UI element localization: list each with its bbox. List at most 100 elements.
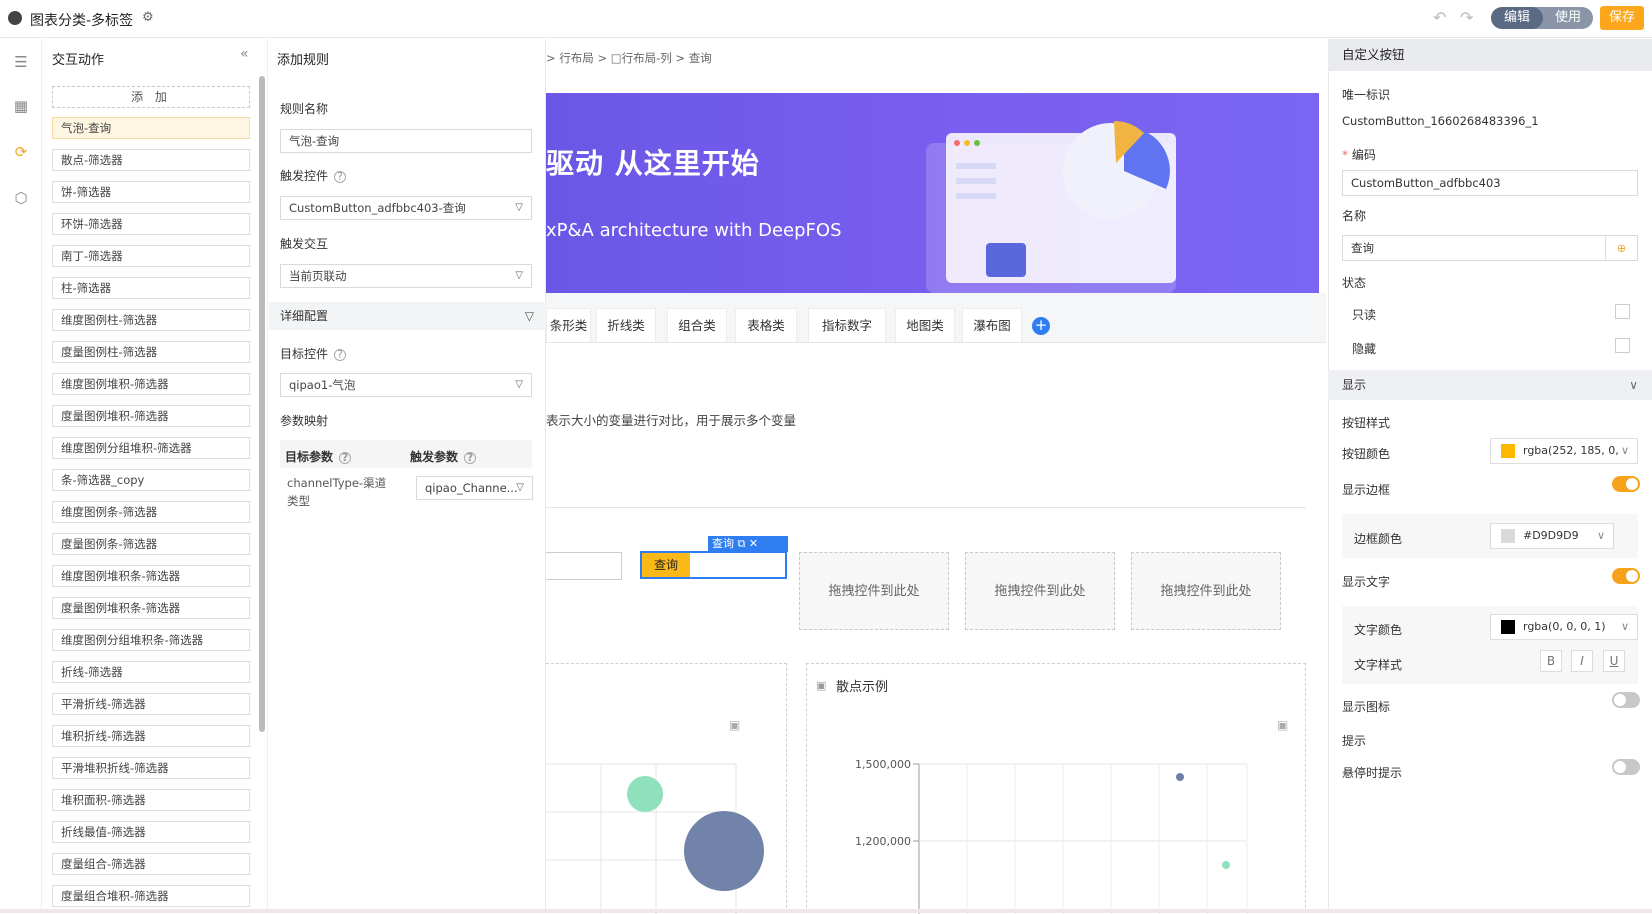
show-icon-toggle[interactable] (1612, 692, 1640, 708)
drop-zone[interactable]: 拖拽控件到此处 (965, 552, 1115, 630)
interaction-rule-item[interactable]: 维度图例堆积条-筛选器 (52, 565, 250, 587)
interaction-panel-title: 交互动作 (52, 53, 105, 68)
interaction-rule-item[interactable]: 南丁-筛选器 (52, 245, 250, 267)
button-color-picker[interactable]: rgba(252, 185, 0, ∨ (1490, 438, 1638, 464)
help-icon[interactable]: ? (464, 452, 477, 464)
interaction-icon[interactable]: ⟳ (12, 143, 30, 161)
interaction-rule-item[interactable]: 平滑堆积折线-筛选器 (52, 757, 250, 779)
use-mode-button[interactable]: 使用 (1543, 7, 1593, 29)
detail-config-section[interactable]: 详细配置 ▽ (269, 302, 546, 330)
rule-name-input[interactable]: 气泡-查询 (280, 129, 532, 153)
interaction-rule-item[interactable]: 度量图例柱-筛选器 (52, 341, 250, 363)
interaction-rule-item[interactable]: 度量图例条-筛选器 (52, 533, 250, 555)
filter-input[interactable] (546, 552, 622, 580)
interaction-rule-item[interactable]: 维度图例分组堆积条-筛选器 (52, 629, 250, 651)
scatter-point[interactable] (1222, 861, 1230, 869)
outline-tree-icon[interactable]: ☰ (12, 53, 30, 71)
language-globe-icon[interactable]: ⊕ (1605, 236, 1637, 260)
breadcrumb-row-layout[interactable]: 行布局 (559, 51, 594, 65)
interaction-rule-item[interactable]: 气泡-查询 (52, 117, 250, 139)
interaction-rule-item[interactable]: 度量图例堆积条-筛选器 (52, 597, 250, 619)
readonly-checkbox[interactable] (1615, 304, 1630, 319)
drop-zone[interactable]: 拖拽控件到此处 (799, 552, 949, 630)
interaction-rule-item[interactable]: 维度图例堆积-筛选器 (52, 373, 250, 395)
scatter-point[interactable] (1176, 773, 1184, 781)
chart-category-tab[interactable]: 条形类 (546, 308, 591, 342)
chart-category-tab[interactable]: 组合类 (667, 308, 727, 342)
interaction-rule-item[interactable]: 维度图例条-筛选器 (52, 501, 250, 523)
script-js-icon[interactable]: ⬡ (12, 189, 30, 207)
help-icon[interactable]: ? (334, 171, 347, 183)
interaction-rule-item[interactable]: 度量图例堆积-筛选器 (52, 405, 250, 427)
trigger-control-label-text: 触发控件 (280, 169, 329, 183)
interaction-rule-item[interactable]: 维度图例分组堆积-筛选器 (52, 437, 250, 459)
bubble[interactable] (684, 811, 764, 891)
interaction-rule-item[interactable]: 条-筛选器_copy (52, 469, 250, 491)
chart-category-tab[interactable]: 瀑布图 (962, 308, 1022, 342)
interaction-rule-item[interactable]: 堆积折线-筛选器 (52, 725, 250, 747)
settings-gear-icon[interactable]: ⚙ (142, 10, 154, 25)
banner-illustration (926, 121, 1176, 293)
underline-button[interactable]: U (1603, 650, 1625, 672)
target-control-select[interactable]: qipao1-气泡 ▽ (280, 373, 532, 397)
breadcrumb-query[interactable]: 查询 (689, 51, 712, 65)
breadcrumb-row-column[interactable]: 行布局-列 (622, 51, 672, 65)
chevron-down-icon: ∨ (1620, 444, 1629, 457)
drop-zone[interactable]: 拖拽控件到此处 (1131, 552, 1281, 630)
panel-scrollbar[interactable] (259, 76, 265, 732)
interaction-rule-item[interactable]: 平滑折线-筛选器 (52, 693, 250, 715)
trigger-interaction-select[interactable]: 当前页联动 ▽ (280, 264, 532, 288)
trigger-control-select[interactable]: CustomButton_adfbbc403-查询 ▽ (280, 196, 532, 220)
add-interaction-button[interactable]: 添 加 (52, 86, 250, 108)
interaction-rule-item[interactable]: 散点-筛选器 (52, 149, 250, 171)
query-button[interactable]: 查询 (642, 553, 690, 577)
collapse-panel-icon[interactable]: « (240, 46, 249, 62)
chart-category-tab[interactable]: 表格类 (735, 308, 797, 342)
name-input[interactable]: 查询 ⊕ (1342, 235, 1638, 261)
param-mapping-label: 参数映射 (280, 414, 329, 428)
interaction-rule-item[interactable]: 度量组合堆积-筛选器 (52, 885, 250, 907)
close-icon[interactable]: ✕ (749, 537, 758, 550)
interaction-rule-item[interactable]: 折线最值-筛选器 (52, 821, 250, 843)
mapping-trigger-select[interactable]: qipao_Channe... ▽ (416, 476, 533, 500)
bubble[interactable] (627, 776, 663, 812)
interaction-rule-item[interactable]: 度量组合-筛选器 (52, 853, 250, 875)
help-icon[interactable]: ? (334, 349, 347, 361)
show-border-toggle[interactable] (1612, 476, 1640, 492)
interaction-rule-item[interactable]: 堆积面积-筛选器 (52, 789, 250, 811)
show-icon-label: 显示图标 (1342, 700, 1391, 714)
divider (546, 507, 1306, 508)
edit-mode-button[interactable]: 编辑 (1491, 7, 1543, 29)
text-color-label: 文字颜色 (1354, 623, 1403, 637)
chart-category-tab[interactable]: 地图类 (895, 308, 955, 342)
chart-category-tab[interactable]: 折线类 (596, 308, 656, 342)
app-title: 图表分类-多标签 (30, 13, 134, 29)
uid-label: 唯一标识 (1342, 88, 1391, 102)
interaction-rule-item[interactable]: 柱-筛选器 (52, 277, 250, 299)
show-text-toggle[interactable] (1612, 568, 1640, 584)
trigger-control-value: CustomButton_adfbbc403-查询 (289, 201, 466, 215)
hidden-checkbox[interactable] (1615, 338, 1630, 353)
save-button[interactable]: 保存 (1600, 6, 1644, 30)
mode-switch[interactable]: 编辑 使用 (1491, 7, 1593, 29)
redo-icon[interactable]: ↷ (1460, 8, 1473, 27)
help-icon[interactable]: ? (339, 452, 352, 464)
text-color-picker[interactable]: rgba(0, 0, 0, 1) ∨ (1490, 614, 1638, 640)
interaction-rule-item[interactable]: 环饼-筛选器 (52, 213, 250, 235)
components-grid-icon[interactable]: ▦ (12, 97, 30, 115)
chart-category-tab[interactable]: 指标数字 (808, 308, 886, 342)
italic-button[interactable]: I (1571, 650, 1593, 672)
bold-button[interactable]: B (1540, 650, 1562, 672)
copy-icon[interactable]: ⧉ (738, 537, 746, 550)
add-tab-button[interactable]: + (1032, 317, 1050, 335)
chart-type-icon: ▣ (816, 679, 827, 692)
interaction-rule-item[interactable]: 折线-筛选器 (52, 661, 250, 683)
undo-icon[interactable]: ↶ (1433, 8, 1446, 27)
interaction-rule-item[interactable]: 饼-筛选器 (52, 181, 250, 203)
hover-tip-toggle[interactable] (1612, 759, 1640, 775)
target-control-label: 目标控件? (280, 345, 347, 362)
code-input[interactable]: CustomButton_adfbbc403 (1342, 170, 1638, 196)
border-color-picker[interactable]: #D9D9D9 ∨ (1490, 523, 1614, 549)
interaction-rule-item[interactable]: 维度图例柱-筛选器 (52, 309, 250, 331)
display-section[interactable]: 显示 ∨ (1328, 370, 1652, 400)
